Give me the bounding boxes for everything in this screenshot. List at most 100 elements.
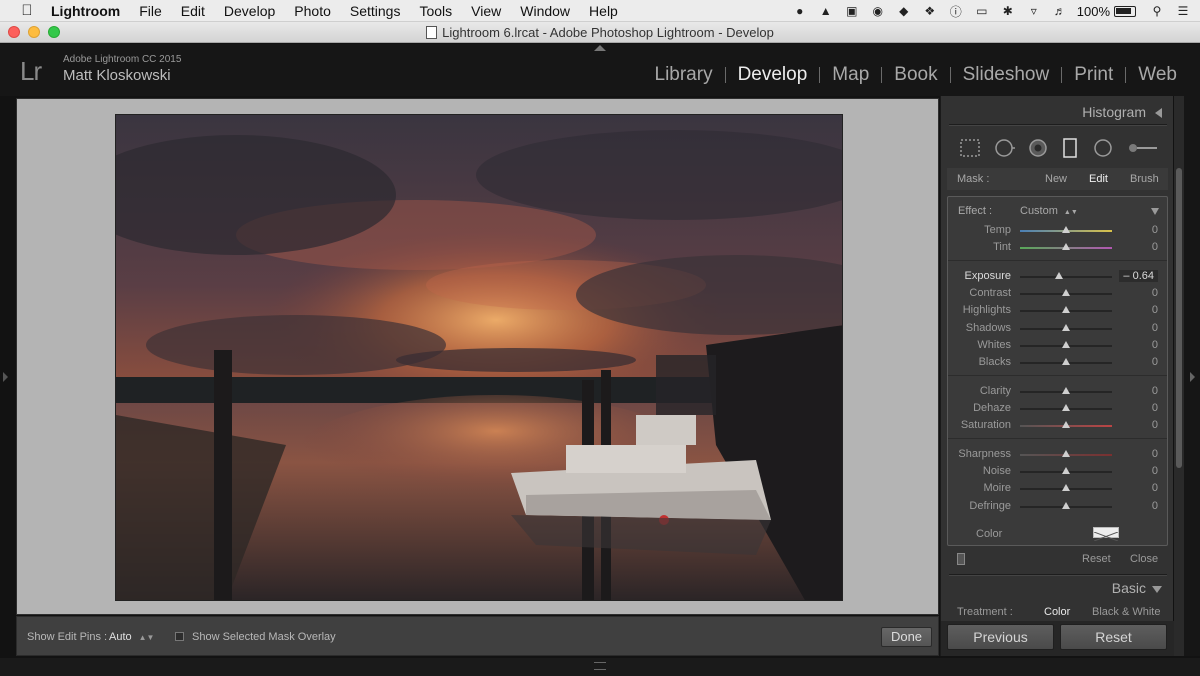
radial-filter-tool-icon[interactable] — [1092, 138, 1114, 158]
zoom-window-button[interactable] — [48, 26, 60, 38]
menu-tools[interactable]: Tools — [419, 3, 452, 19]
battery-icon[interactable] — [1114, 5, 1136, 17]
done-button[interactable]: Done — [881, 627, 932, 647]
menu-develop[interactable]: Develop — [224, 3, 275, 19]
spot-removal-tool-icon[interactable] — [993, 138, 1015, 158]
photo-preview[interactable] — [115, 114, 843, 601]
module-library[interactable]: Library — [643, 64, 725, 86]
bluetooth-icon[interactable]: ✱ — [999, 4, 1017, 18]
creative-cloud-icon[interactable]: ● — [791, 4, 809, 18]
display-icon[interactable]: ▣ — [843, 4, 861, 18]
module-map[interactable]: Map — [820, 64, 881, 86]
info-icon[interactable]: ⓘ — [947, 4, 965, 19]
contrast-slider-knob[interactable] — [1062, 289, 1070, 297]
edit-pins-select[interactable]: Auto ▲▼ — [109, 631, 154, 643]
right-panel-scrollbar[interactable] — [1174, 96, 1184, 656]
apple-menu-icon[interactable]:  — [17, 2, 37, 19]
menu-file[interactable]: File — [139, 3, 162, 19]
clarity-slider-knob[interactable] — [1062, 387, 1070, 394]
saturation-slider-knob[interactable] — [1062, 421, 1070, 429]
effect-preset-select[interactable]: Custom ▲▼ — [1020, 205, 1078, 217]
mask-edit-button[interactable]: Edit — [1089, 173, 1108, 185]
airplay-icon[interactable]: ▭ — [973, 4, 991, 18]
blacks-slider-knob[interactable] — [1062, 358, 1070, 365]
left-panel-toggle-icon[interactable] — [3, 372, 8, 382]
evernote-icon[interactable]: ◆ — [895, 4, 913, 18]
noise-value[interactable]: 0 — [1152, 465, 1158, 477]
treatment-bw-option[interactable]: Black & White — [1092, 606, 1160, 615]
filmstrip-toggle-icon[interactable] — [594, 662, 606, 670]
menu-view[interactable]: View — [471, 3, 501, 19]
menu-help[interactable]: Help — [589, 3, 618, 19]
dehaze-value[interactable]: 0 — [1152, 402, 1158, 414]
module-develop[interactable]: Develop — [726, 64, 820, 86]
exposure-value[interactable]: – 0.64 — [1119, 270, 1158, 282]
drive-icon[interactable]: ▲ — [817, 4, 835, 18]
graduated-filter-tool-icon[interactable] — [1059, 138, 1081, 158]
defringe-value[interactable]: 0 — [1152, 500, 1158, 512]
dropbox-icon[interactable]: ❖ — [921, 4, 939, 18]
mask-close-button[interactable]: Close — [1130, 553, 1158, 565]
module-slideshow[interactable]: Slideshow — [951, 64, 1062, 86]
sharpness-slider-knob[interactable] — [1062, 450, 1070, 457]
color-swatch[interactable] — [1093, 527, 1119, 542]
expand-triangle-icon[interactable] — [1152, 586, 1162, 593]
clarity-value[interactable]: 0 — [1152, 385, 1158, 397]
menu-edit[interactable]: Edit — [181, 3, 205, 19]
exposure-slider-knob[interactable] — [1054, 272, 1063, 279]
crop-tool-icon[interactable] — [959, 138, 981, 158]
menu-window[interactable]: Window — [520, 3, 570, 19]
highlights-value[interactable]: 0 — [1152, 304, 1158, 316]
temp-value[interactable]: 0 — [1152, 224, 1158, 236]
defringe-slider-knob[interactable] — [1062, 501, 1070, 509]
module-book[interactable]: Book — [882, 64, 949, 86]
notification-center-icon[interactable]: ☰ — [1174, 4, 1192, 18]
contrast-value[interactable]: 0 — [1152, 287, 1158, 299]
mask-reset-button[interactable]: Reset — [1082, 553, 1111, 565]
blacks-value[interactable]: 0 — [1152, 356, 1158, 368]
shadows-slider-knob[interactable] — [1062, 323, 1070, 331]
mask-overlay-checkbox[interactable] — [175, 632, 184, 641]
red-eye-tool-icon[interactable] — [1027, 138, 1049, 158]
treatment-color-option[interactable]: Color — [1044, 606, 1070, 615]
panel-switch-icon[interactable] — [957, 553, 965, 565]
wifi-icon[interactable]: ▿ — [1025, 4, 1043, 18]
top-panel-toggle-icon[interactable] — [594, 45, 606, 51]
camera-icon[interactable]: ◉ — [869, 4, 887, 18]
whites-value[interactable]: 0 — [1152, 339, 1158, 351]
saturation-value[interactable]: 0 — [1152, 419, 1158, 431]
module-print[interactable]: Print — [1062, 64, 1125, 86]
whites-slider-knob[interactable] — [1062, 340, 1070, 348]
close-window-button[interactable] — [8, 26, 20, 38]
volume-icon[interactable]: ♬ — [1051, 4, 1069, 18]
dehaze-slider-knob[interactable] — [1062, 404, 1070, 412]
tint-slider-knob[interactable] — [1062, 243, 1070, 251]
collapse-triangle-icon[interactable] — [1155, 108, 1162, 118]
basic-panel-header[interactable]: Basic — [947, 574, 1168, 599]
moire-value[interactable]: 0 — [1152, 482, 1158, 494]
exposure-slider[interactable] — [1020, 276, 1112, 278]
menu-settings[interactable]: Settings — [350, 3, 401, 19]
adjustment-brush-tool-icon[interactable] — [1125, 138, 1159, 158]
previous-button[interactable]: Previous — [947, 624, 1054, 650]
sharpness-value[interactable]: 0 — [1152, 448, 1158, 460]
module-web[interactable]: Web — [1126, 64, 1189, 86]
spotlight-search-icon[interactable]: ⚲ — [1148, 4, 1166, 18]
effect-collapse-triangle-icon[interactable] — [1151, 208, 1159, 215]
menu-photo[interactable]: Photo — [294, 3, 331, 19]
noise-slider-knob[interactable] — [1062, 467, 1070, 475]
temp-slider-knob[interactable] — [1062, 226, 1070, 233]
right-panel-toggle-icon[interactable] — [1190, 372, 1195, 382]
app-menu[interactable]: Lightroom — [51, 3, 120, 19]
moire-slider-knob[interactable] — [1062, 484, 1070, 492]
histogram-header[interactable]: Histogram — [947, 98, 1168, 123]
tint-value[interactable]: 0 — [1152, 241, 1158, 253]
shadows-value[interactable]: 0 — [1152, 322, 1158, 334]
image-canvas[interactable] — [16, 98, 939, 615]
mask-new-button[interactable]: New — [1045, 173, 1067, 185]
reset-button[interactable]: Reset — [1060, 624, 1167, 650]
highlights-slider-knob[interactable] — [1062, 306, 1070, 314]
minimize-window-button[interactable] — [28, 26, 40, 38]
scrollbar-thumb[interactable] — [1176, 168, 1182, 468]
mask-brush-button[interactable]: Brush — [1130, 173, 1159, 185]
